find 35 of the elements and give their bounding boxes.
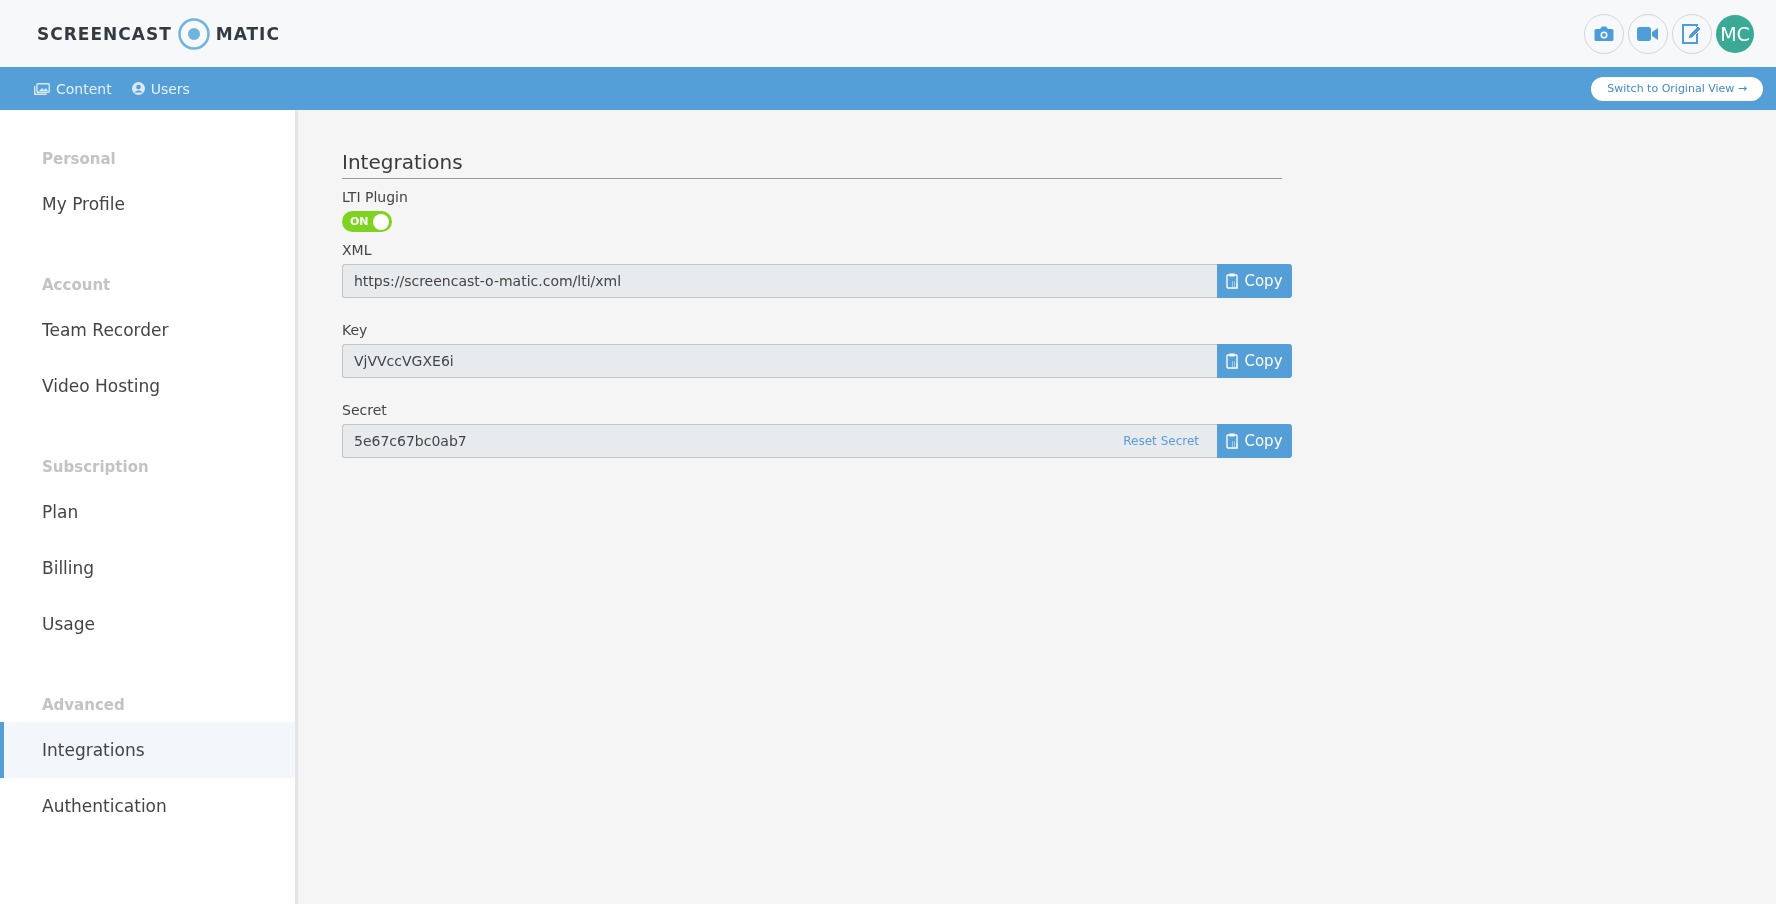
field-label: Secret [342, 402, 388, 418]
field-label: LTI Plugin [342, 189, 409, 205]
field-label: Key [342, 322, 369, 338]
edit-icon [1682, 23, 1702, 44]
logo-text: MATIC [215, 23, 280, 44]
record-icon [176, 16, 211, 51]
sidebar-item[interactable]: Team Recorder [0, 302, 295, 358]
section-heading: Account [41, 275, 112, 296]
field-label: XML [342, 242, 373, 258]
section-heading: Advanced [41, 695, 126, 716]
sidebar-item[interactable]: Integrations [0, 722, 295, 778]
sidebar-item[interactable]: My Profile [0, 176, 295, 232]
text-field[interactable]: VjVVccVGXE6i [342, 344, 1217, 378]
edit-button[interactable] [1672, 13, 1712, 54]
switch-view-button[interactable]: Switch to Original View → [1591, 76, 1763, 101]
sidebar-item[interactable]: Billing [0, 540, 295, 596]
text-field[interactable]: https://screencast-o-matic.com/lti/xml [342, 264, 1217, 298]
text-field[interactable]: 5e67c67bc0ab7 Reset Secret [342, 424, 1217, 458]
clipboard-icon [1226, 432, 1240, 450]
clipboard-icon [1226, 352, 1240, 370]
sidebar-item[interactable]: Usage [0, 596, 295, 652]
sidebar-item[interactable]: Video Hosting [0, 358, 295, 414]
section-heading: Personal [41, 149, 117, 170]
section-heading: Subscription [41, 457, 150, 478]
user-icon [131, 82, 145, 95]
logo-text: SCREENCAST [37, 23, 172, 44]
video-button[interactable] [1628, 13, 1668, 54]
video-camera-icon [1637, 26, 1659, 41]
sidebar-item[interactable]: Authentication [0, 778, 295, 834]
sidebar-item[interactable]: Plan [0, 484, 295, 540]
clipboard-icon [1226, 272, 1240, 290]
images-icon [34, 82, 50, 95]
camera-icon [1594, 25, 1614, 42]
page-title: Integrations [342, 150, 1282, 179]
camera-button[interactable] [1584, 13, 1624, 54]
